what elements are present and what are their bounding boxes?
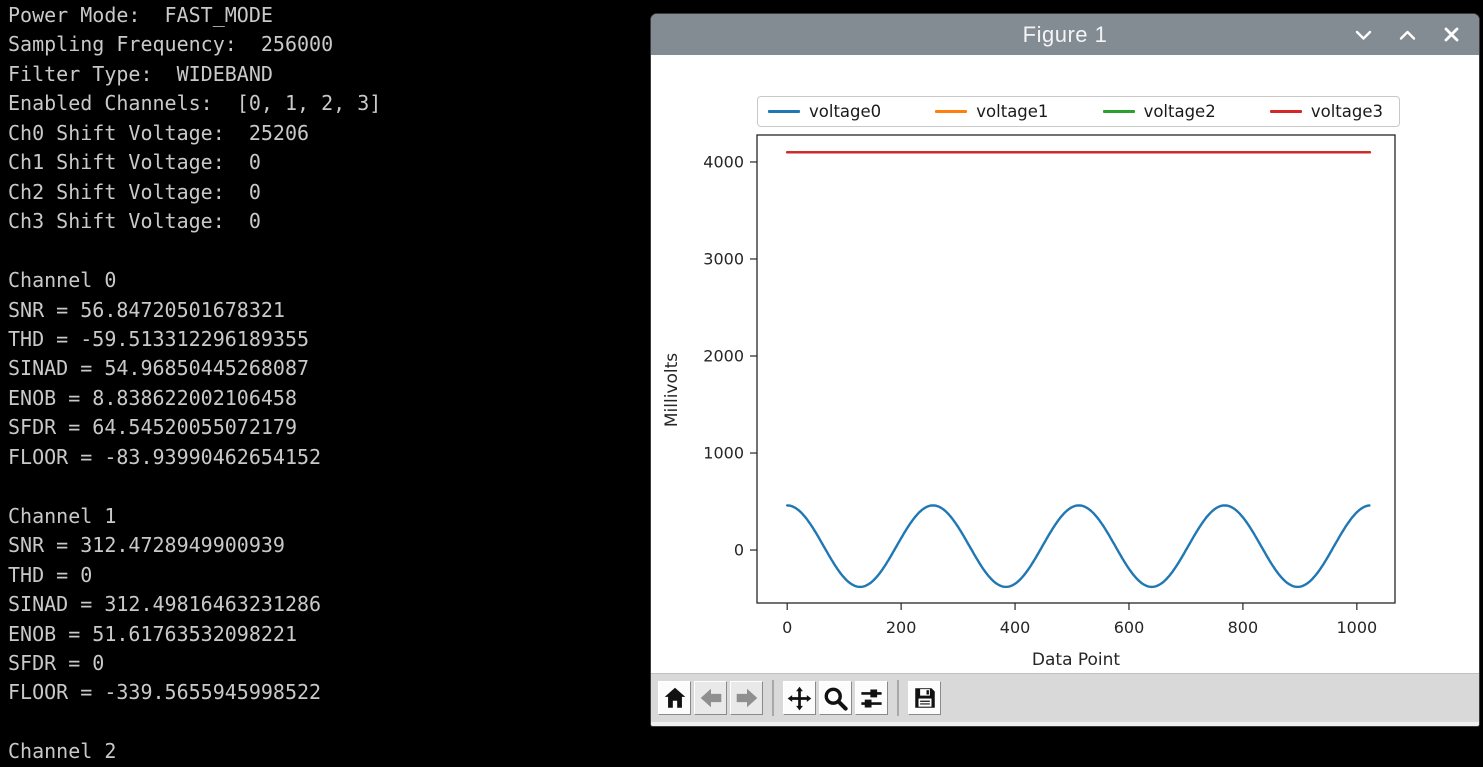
zoom-icon — [822, 685, 849, 712]
legend-item: voltage1 — [935, 102, 1048, 121]
y-tick-label: 3000 — [703, 249, 744, 268]
x-tick-label: 800 — [1228, 618, 1259, 637]
legend-label: voltage0 — [809, 102, 881, 121]
x-tick-label: 1000 — [1336, 618, 1377, 637]
chevron-down-icon — [1354, 27, 1373, 43]
y-tick-label: 0 — [734, 541, 744, 560]
x-tick-label: 400 — [1000, 618, 1031, 637]
legend-label: voltage1 — [976, 102, 1048, 121]
legend: voltage0 voltage1 voltage2 voltage3 — [757, 96, 1400, 127]
y-tick-label: 4000 — [703, 152, 744, 171]
legend-line-sample — [1103, 110, 1135, 113]
home-icon — [662, 685, 688, 711]
configure-subplots-button[interactable] — [855, 681, 888, 715]
close-button[interactable] — [1439, 23, 1463, 47]
legend-line-sample — [768, 110, 800, 113]
legend-line-sample — [935, 110, 967, 113]
maximize-button[interactable] — [1395, 23, 1419, 47]
window-title: Figure 1 — [1023, 22, 1108, 48]
forward-button[interactable] — [730, 681, 763, 715]
legend-line-sample — [1270, 110, 1302, 113]
save-icon — [912, 685, 938, 711]
y-tick-label: 1000 — [703, 444, 744, 463]
pan-button[interactable] — [783, 681, 816, 715]
x-tick-label: 200 — [886, 618, 917, 637]
save-button[interactable] — [908, 681, 941, 715]
legend-item: voltage3 — [1270, 102, 1383, 121]
x-tick-label: 600 — [1114, 618, 1145, 637]
legend-item: voltage0 — [768, 102, 881, 121]
window-controls — [1351, 14, 1463, 55]
legend-label: voltage3 — [1311, 102, 1383, 121]
series-voltage0 — [787, 505, 1369, 587]
window-titlebar[interactable]: Figure 1 — [651, 14, 1479, 55]
x-axis-label: Data Point — [757, 650, 1395, 670]
chart: 0 200 400 600 800 1000 0 1000 2000 3000 4000 — [651, 55, 1479, 673]
x-tick-label: 0 — [782, 618, 792, 637]
axes-frame — [757, 135, 1395, 603]
figure-window: Figure 1 0 200 400 600 800 1000 0 1000 2000 3000 4… — [651, 14, 1479, 726]
legend-label: voltage2 — [1144, 102, 1216, 121]
minimize-button[interactable] — [1351, 23, 1375, 47]
terminal-output: Power Mode: FAST_MODE Sampling Frequency… — [0, 0, 648, 767]
figure-toolbar — [651, 673, 1479, 726]
y-tick-label: 2000 — [703, 347, 744, 366]
zoom-button[interactable] — [819, 681, 852, 715]
back-button[interactable] — [694, 681, 727, 715]
y-axis-label: Millivolts — [662, 353, 682, 427]
forward-arrow-icon — [734, 685, 760, 711]
home-button[interactable] — [658, 681, 691, 715]
plot-canvas[interactable]: 0 200 400 600 800 1000 0 1000 2000 3000 4000 volta… — [651, 55, 1479, 673]
sliders-icon — [858, 685, 885, 712]
pan-icon — [786, 685, 813, 712]
terminal-window[interactable]: Power Mode: FAST_MODE Sampling Frequency… — [0, 0, 648, 745]
back-arrow-icon — [698, 685, 724, 711]
close-icon — [1443, 26, 1460, 43]
toolbar-separator — [897, 680, 899, 716]
legend-item: voltage2 — [1103, 102, 1216, 121]
toolbar-separator — [772, 680, 774, 716]
chevron-up-icon — [1398, 27, 1417, 43]
